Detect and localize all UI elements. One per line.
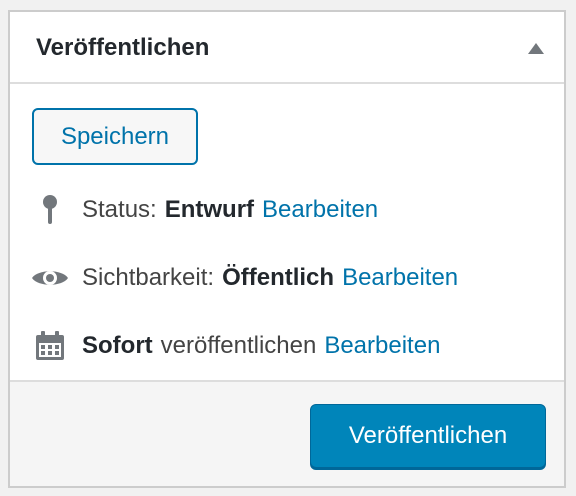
publish-button[interactable]: Veröffentlichen [310, 404, 546, 468]
publish-box-header: Veröffentlichen [10, 12, 564, 84]
publish-box-title: Veröffentlichen [36, 34, 210, 61]
schedule-label: veröffentlichen [160, 332, 317, 359]
calendar-icon [28, 328, 72, 364]
eye-icon [28, 260, 72, 296]
status-value: Entwurf [164, 196, 255, 223]
publish-box: Veröffentlichen Speichern Status: Entwur… [8, 10, 566, 488]
visibility-label: Sichtbarkeit: [82, 264, 215, 291]
pin-icon [28, 192, 72, 228]
edit-schedule-link[interactable]: Bearbeiten [324, 332, 440, 360]
collapse-toggle-button[interactable] [522, 34, 550, 62]
edit-visibility-link[interactable]: Bearbeiten [342, 264, 458, 292]
triangle-up-icon [528, 42, 544, 54]
visibility-value: Öffentlich [222, 264, 335, 291]
publish-box-footer: Veröffentlichen [10, 380, 564, 486]
schedule-row: Sofort veröffentlichen Bearbeiten [28, 328, 548, 364]
status-label: Status: [82, 196, 157, 223]
status-row: Status: Entwurf Bearbeiten [28, 192, 548, 228]
edit-status-link[interactable]: Bearbeiten [262, 196, 378, 224]
save-draft-button[interactable]: Speichern [32, 108, 198, 165]
schedule-value: Sofort [82, 332, 153, 359]
visibility-row: Sichtbarkeit: Öffentlich Bearbeiten [28, 260, 548, 296]
